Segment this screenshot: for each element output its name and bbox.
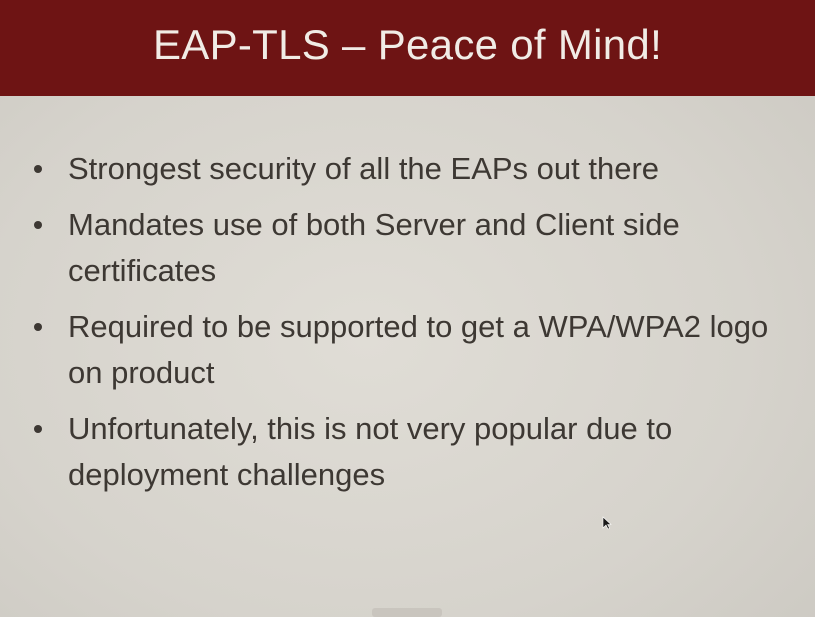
bullet-text: Strongest security of all the EAPs out t… xyxy=(68,151,660,186)
bullet-text: Required to be supported to get a WPA/WP… xyxy=(68,309,769,390)
bullet-item: Strongest security of all the EAPs out t… xyxy=(30,146,805,192)
title-bar: EAP-TLS – Peace of Mind! xyxy=(0,0,815,96)
bullet-dot-icon xyxy=(34,165,42,173)
bullet-item: Required to be supported to get a WPA/WP… xyxy=(30,304,805,396)
bullet-list: Strongest security of all the EAPs out t… xyxy=(30,146,805,508)
bullet-text: Mandates use of both Server and Client s… xyxy=(68,207,680,288)
bullet-item: Unfortunately, this is not very popular … xyxy=(30,406,805,498)
bullet-dot-icon xyxy=(34,221,42,229)
bullet-text: Unfortunately, this is not very popular … xyxy=(68,411,673,492)
slide-title: EAP-TLS – Peace of Mind! xyxy=(152,21,663,68)
bullet-dot-icon xyxy=(34,425,42,433)
footer-smudge xyxy=(372,608,442,617)
mouse-pointer-icon xyxy=(602,516,612,530)
bullet-dot-icon xyxy=(34,323,42,331)
slide: EAP-TLS – Peace of Mind! Strongest secur… xyxy=(0,0,815,617)
bullet-item: Mandates use of both Server and Client s… xyxy=(30,202,805,294)
